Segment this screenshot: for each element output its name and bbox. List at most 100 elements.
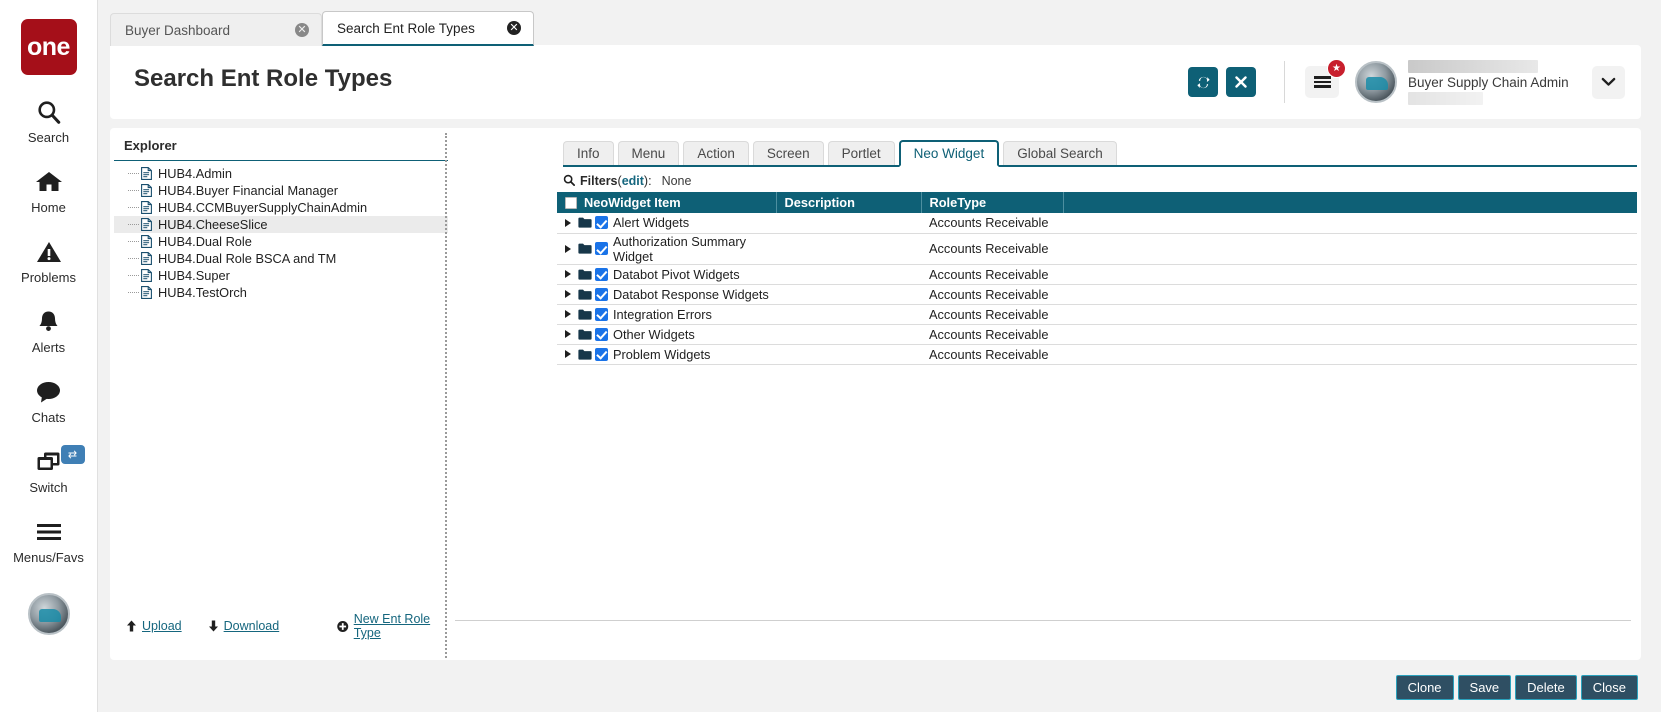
cell-neowidget-item[interactable]: Databot Response Widgets [557,284,776,304]
browser-tab-buyer-dashboard[interactable]: Buyer Dashboard ✕ [110,13,322,46]
table-row[interactable]: Alert WidgetsAccounts Receivable [557,213,1637,233]
table-row[interactable]: Databot Response WidgetsAccounts Receiva… [557,284,1637,304]
row-checkbox[interactable] [595,328,608,341]
cell-description [776,233,921,264]
nav-item-problems[interactable]: Problems [0,237,98,285]
explorer-item[interactable]: HUB4.CheeseSlice [114,216,448,233]
save-button[interactable]: Save [1458,675,1512,700]
tab-screen[interactable]: Screen [753,141,824,165]
column-header-roletype[interactable]: RoleType [921,192,1063,213]
clone-button[interactable]: Clone [1396,675,1454,700]
table-row[interactable]: Authorization Summary WidgetAccounts Rec… [557,233,1637,264]
column-header-label: NeoWidget Item [584,195,681,210]
row-checkbox[interactable] [595,288,608,301]
nav-item-menus-favs[interactable]: Menus/Favs [0,517,98,565]
tree-connector [128,224,139,225]
explorer-item[interactable]: HUB4.CCMBuyerSupplyChainAdmin [114,199,448,216]
table-row[interactable]: Databot Pivot WidgetsAccounts Receivable [557,264,1637,284]
nav-label-alerts: Alerts [32,340,65,355]
row-checkbox[interactable] [595,268,608,281]
explorer-item[interactable]: HUB4.Super [114,267,448,284]
windows-stack-icon [35,447,63,477]
expand-arrow-icon[interactable] [565,219,571,227]
download-link[interactable]: Download [208,619,280,633]
cell-roletype: Accounts Receivable [921,304,1063,324]
warning-triangle-icon [36,237,62,267]
cell-neowidget-item[interactable]: Alert Widgets [557,213,776,233]
explorer-item[interactable]: HUB4.Buyer Financial Manager [114,182,448,199]
cell-neowidget-item[interactable]: Problem Widgets [557,344,776,364]
tab-label: Global Search [1017,146,1103,161]
row-checkbox[interactable] [595,348,608,361]
column-header-description[interactable]: Description [776,192,921,213]
explorer-item[interactable]: HUB4.TestOrch [114,284,448,301]
row-checkbox[interactable] [595,242,608,255]
browser-tab-search-ent-role-types[interactable]: Search Ent Role Types ✕ [322,11,534,46]
explorer-item[interactable]: HUB4.Admin [114,165,448,182]
tab-action[interactable]: Action [683,141,749,165]
expand-arrow-icon[interactable] [565,245,571,253]
upload-link[interactable]: Upload [126,619,182,633]
filters-separator: : [648,174,651,188]
refresh-button[interactable] [1188,67,1218,97]
refresh-icon [1196,75,1211,90]
close-icon[interactable]: ✕ [295,23,309,37]
detail-tab-bar: InfoMenuActionScreenPortletNeo Widget Glo… [563,142,1637,167]
folder-icon [578,309,592,320]
filters-value: None [662,174,692,188]
expand-arrow-icon[interactable] [565,330,571,338]
expand-arrow-icon[interactable] [565,290,571,298]
delete-button[interactable]: Delete [1515,675,1577,700]
cell-neowidget-item[interactable]: Authorization Summary Widget [557,233,776,264]
table-row[interactable]: Integration Errors Accounts Receivable [557,304,1637,324]
pane-splitter[interactable] [445,133,447,658]
cell-neowidget-item[interactable]: Integration Errors [557,304,776,324]
close-page-button[interactable] [1226,67,1256,97]
close-icon[interactable]: ✕ [507,21,521,35]
tree-connector [128,190,139,191]
explorer-item[interactable]: HUB4.Dual Role [114,233,448,250]
redacted-bar-bottom [1408,92,1483,105]
filters-edit-link[interactable]: edit [622,174,644,188]
nav-item-home[interactable]: Home [0,167,98,215]
expand-arrow-icon[interactable] [565,310,571,318]
table-row[interactable]: Problem WidgetsAccounts Receivable [557,344,1637,364]
user-menu-button[interactable] [1592,66,1625,99]
select-all-checkbox[interactable] [565,197,577,209]
new-ent-role-type-link[interactable]: New Ent Role Type [337,612,448,640]
expand-arrow-icon[interactable] [565,350,571,358]
nav-item-search[interactable]: Search [0,97,98,145]
close-button[interactable]: Close [1581,675,1638,700]
expand-arrow-icon[interactable] [565,270,571,278]
switch-badge-icon[interactable]: ⇄ [61,445,85,464]
nav-item-alerts[interactable]: Alerts [0,307,98,355]
tab-menu[interactable]: Menu [618,141,680,165]
tab-portlet[interactable]: Portlet [828,141,895,165]
header-menu-button[interactable]: ★ [1305,66,1339,98]
table-row[interactable]: Other WidgetsAccounts Receivable [557,324,1637,344]
user-avatar[interactable] [1355,61,1397,103]
nav-item-chats[interactable]: Chats [0,377,98,425]
tab-neo-widget[interactable]: Neo Widget [899,140,1000,167]
cell-neowidget-item[interactable]: Databot Pivot Widgets [557,264,776,284]
tree-connector [128,173,139,174]
nav-avatar[interactable] [28,593,70,635]
tab-global-search[interactable]: Global Search [1003,141,1117,165]
nav-label-search: Search [28,130,69,145]
folder-icon [578,329,592,340]
column-header-neowidget-item[interactable]: NeoWidget Item [557,192,776,213]
one-brand-logo[interactable]: one [21,19,77,75]
explorer-item[interactable]: HUB4.Dual Role BSCA and TM [114,250,448,267]
cell-neowidget-item[interactable]: Other Widgets [557,324,776,344]
nav-item-switch[interactable]: ⇄ Switch [0,447,98,495]
folder-icon [578,349,592,360]
page-header: Search Ent Role Types ★ Buyer Supply Cha… [110,45,1641,119]
row-checkbox[interactable] [595,308,608,321]
explorer-item-label: HUB4.CCMBuyerSupplyChainAdmin [158,200,367,215]
filters-label: Filters [580,174,618,188]
nav-label-home: Home [31,200,66,215]
column-header-label: RoleType [930,195,987,210]
row-checkbox[interactable] [595,216,608,229]
tree-connector [128,241,139,242]
tab-info[interactable]: Info [563,141,614,165]
